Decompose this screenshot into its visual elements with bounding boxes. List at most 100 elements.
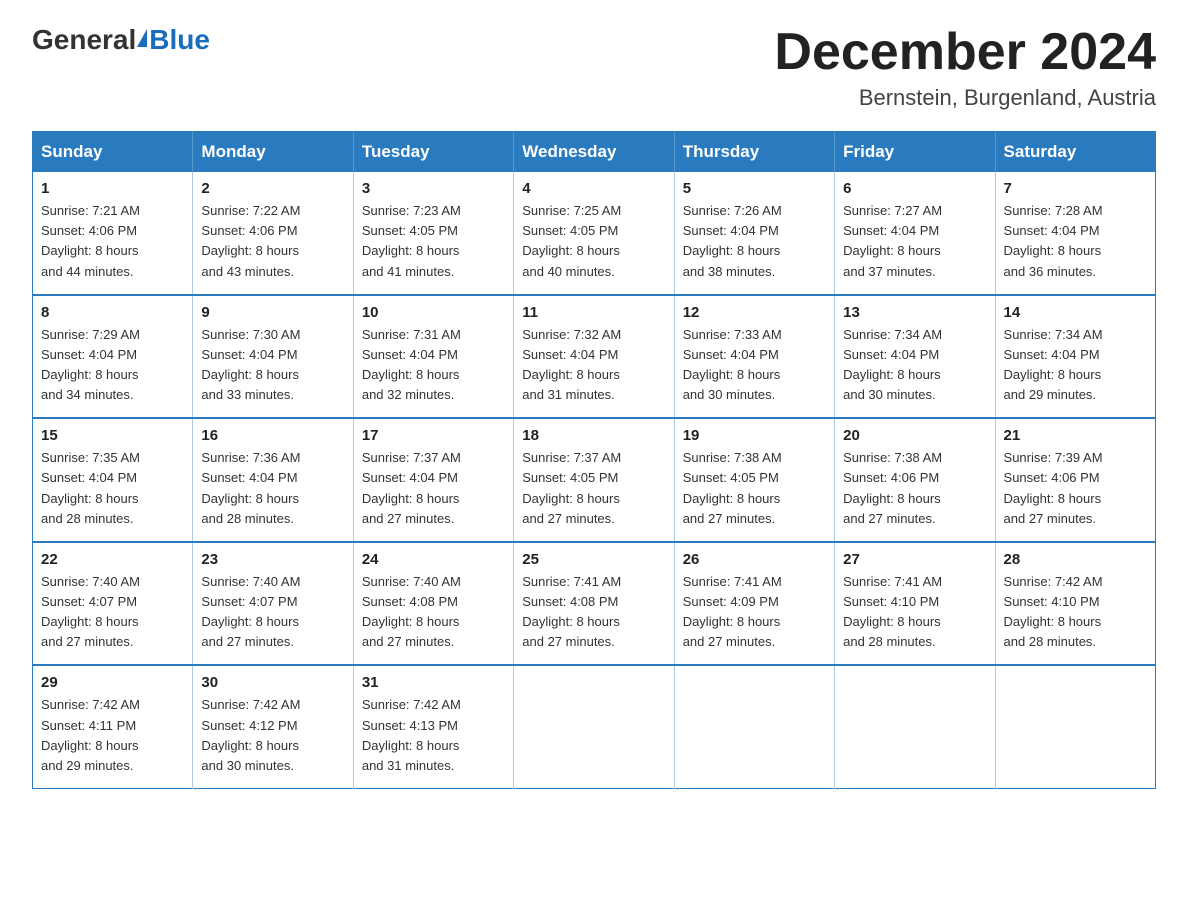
month-title: December 2024 (774, 24, 1156, 81)
calendar-table: Sunday Monday Tuesday Wednesday Thursday… (32, 131, 1156, 789)
table-row: 18 Sunrise: 7:37 AMSunset: 4:05 PMDaylig… (514, 418, 674, 542)
location-subtitle: Bernstein, Burgenland, Austria (774, 85, 1156, 111)
table-row: 23 Sunrise: 7:40 AMSunset: 4:07 PMDaylig… (193, 542, 353, 666)
day-info: Sunrise: 7:40 AMSunset: 4:08 PMDaylight:… (362, 574, 461, 649)
table-row: 10 Sunrise: 7:31 AMSunset: 4:04 PMDaylig… (353, 295, 513, 419)
logo-general-text: General (32, 24, 136, 56)
table-row: 29 Sunrise: 7:42 AMSunset: 4:11 PMDaylig… (33, 665, 193, 788)
day-info: Sunrise: 7:37 AMSunset: 4:04 PMDaylight:… (362, 450, 461, 525)
day-number: 30 (201, 674, 344, 691)
header-tuesday: Tuesday (353, 132, 513, 173)
table-row: 6 Sunrise: 7:27 AMSunset: 4:04 PMDayligh… (835, 172, 995, 295)
day-info: Sunrise: 7:42 AMSunset: 4:12 PMDaylight:… (201, 697, 300, 772)
header-monday: Monday (193, 132, 353, 173)
title-area: December 2024 Bernstein, Burgenland, Aus… (774, 24, 1156, 111)
day-number: 7 (1004, 180, 1147, 197)
day-number: 11 (522, 304, 665, 321)
day-number: 17 (362, 427, 505, 444)
day-info: Sunrise: 7:42 AMSunset: 4:10 PMDaylight:… (1004, 574, 1103, 649)
table-row (514, 665, 674, 788)
table-row: 13 Sunrise: 7:34 AMSunset: 4:04 PMDaylig… (835, 295, 995, 419)
day-number: 4 (522, 180, 665, 197)
day-info: Sunrise: 7:21 AMSunset: 4:06 PMDaylight:… (41, 203, 140, 278)
table-row: 12 Sunrise: 7:33 AMSunset: 4:04 PMDaylig… (674, 295, 834, 419)
header-friday: Friday (835, 132, 995, 173)
day-info: Sunrise: 7:40 AMSunset: 4:07 PMDaylight:… (201, 574, 300, 649)
day-number: 2 (201, 180, 344, 197)
calendar-week-row: 8 Sunrise: 7:29 AMSunset: 4:04 PMDayligh… (33, 295, 1156, 419)
header-saturday: Saturday (995, 132, 1155, 173)
day-info: Sunrise: 7:41 AMSunset: 4:10 PMDaylight:… (843, 574, 942, 649)
day-info: Sunrise: 7:25 AMSunset: 4:05 PMDaylight:… (522, 203, 621, 278)
day-number: 14 (1004, 304, 1147, 321)
day-info: Sunrise: 7:42 AMSunset: 4:11 PMDaylight:… (41, 697, 140, 772)
logo-area: General Blue (32, 24, 210, 56)
table-row: 27 Sunrise: 7:41 AMSunset: 4:10 PMDaylig… (835, 542, 995, 666)
day-info: Sunrise: 7:27 AMSunset: 4:04 PMDaylight:… (843, 203, 942, 278)
calendar-week-row: 29 Sunrise: 7:42 AMSunset: 4:11 PMDaylig… (33, 665, 1156, 788)
table-row: 28 Sunrise: 7:42 AMSunset: 4:10 PMDaylig… (995, 542, 1155, 666)
logo: General Blue (32, 24, 210, 56)
table-row: 24 Sunrise: 7:40 AMSunset: 4:08 PMDaylig… (353, 542, 513, 666)
day-number: 12 (683, 304, 826, 321)
day-number: 31 (362, 674, 505, 691)
table-row: 4 Sunrise: 7:25 AMSunset: 4:05 PMDayligh… (514, 172, 674, 295)
day-info: Sunrise: 7:37 AMSunset: 4:05 PMDaylight:… (522, 450, 621, 525)
calendar-header-row: Sunday Monday Tuesday Wednesday Thursday… (33, 132, 1156, 173)
day-number: 3 (362, 180, 505, 197)
day-info: Sunrise: 7:33 AMSunset: 4:04 PMDaylight:… (683, 327, 782, 402)
table-row: 21 Sunrise: 7:39 AMSunset: 4:06 PMDaylig… (995, 418, 1155, 542)
day-info: Sunrise: 7:39 AMSunset: 4:06 PMDaylight:… (1004, 450, 1103, 525)
table-row: 11 Sunrise: 7:32 AMSunset: 4:04 PMDaylig… (514, 295, 674, 419)
day-info: Sunrise: 7:41 AMSunset: 4:08 PMDaylight:… (522, 574, 621, 649)
day-number: 8 (41, 304, 184, 321)
day-info: Sunrise: 7:34 AMSunset: 4:04 PMDaylight:… (1004, 327, 1103, 402)
day-info: Sunrise: 7:40 AMSunset: 4:07 PMDaylight:… (41, 574, 140, 649)
table-row: 25 Sunrise: 7:41 AMSunset: 4:08 PMDaylig… (514, 542, 674, 666)
day-number: 10 (362, 304, 505, 321)
header: General Blue December 2024 Bernstein, Bu… (32, 24, 1156, 111)
day-info: Sunrise: 7:31 AMSunset: 4:04 PMDaylight:… (362, 327, 461, 402)
table-row: 16 Sunrise: 7:36 AMSunset: 4:04 PMDaylig… (193, 418, 353, 542)
day-info: Sunrise: 7:38 AMSunset: 4:05 PMDaylight:… (683, 450, 782, 525)
table-row: 31 Sunrise: 7:42 AMSunset: 4:13 PMDaylig… (353, 665, 513, 788)
day-number: 20 (843, 427, 986, 444)
day-number: 16 (201, 427, 344, 444)
header-sunday: Sunday (33, 132, 193, 173)
table-row (995, 665, 1155, 788)
table-row: 1 Sunrise: 7:21 AMSunset: 4:06 PMDayligh… (33, 172, 193, 295)
table-row: 14 Sunrise: 7:34 AMSunset: 4:04 PMDaylig… (995, 295, 1155, 419)
table-row: 30 Sunrise: 7:42 AMSunset: 4:12 PMDaylig… (193, 665, 353, 788)
day-number: 1 (41, 180, 184, 197)
table-row: 9 Sunrise: 7:30 AMSunset: 4:04 PMDayligh… (193, 295, 353, 419)
table-row: 17 Sunrise: 7:37 AMSunset: 4:04 PMDaylig… (353, 418, 513, 542)
day-info: Sunrise: 7:42 AMSunset: 4:13 PMDaylight:… (362, 697, 461, 772)
logo-blue-text: Blue (149, 24, 210, 56)
day-number: 29 (41, 674, 184, 691)
table-row: 5 Sunrise: 7:26 AMSunset: 4:04 PMDayligh… (674, 172, 834, 295)
day-info: Sunrise: 7:23 AMSunset: 4:05 PMDaylight:… (362, 203, 461, 278)
day-info: Sunrise: 7:29 AMSunset: 4:04 PMDaylight:… (41, 327, 140, 402)
table-row: 15 Sunrise: 7:35 AMSunset: 4:04 PMDaylig… (33, 418, 193, 542)
table-row: 26 Sunrise: 7:41 AMSunset: 4:09 PMDaylig… (674, 542, 834, 666)
day-number: 23 (201, 551, 344, 568)
day-number: 5 (683, 180, 826, 197)
table-row (674, 665, 834, 788)
table-row: 3 Sunrise: 7:23 AMSunset: 4:05 PMDayligh… (353, 172, 513, 295)
day-number: 6 (843, 180, 986, 197)
table-row: 19 Sunrise: 7:38 AMSunset: 4:05 PMDaylig… (674, 418, 834, 542)
day-info: Sunrise: 7:38 AMSunset: 4:06 PMDaylight:… (843, 450, 942, 525)
table-row: 2 Sunrise: 7:22 AMSunset: 4:06 PMDayligh… (193, 172, 353, 295)
day-number: 24 (362, 551, 505, 568)
day-info: Sunrise: 7:32 AMSunset: 4:04 PMDaylight:… (522, 327, 621, 402)
day-info: Sunrise: 7:22 AMSunset: 4:06 PMDaylight:… (201, 203, 300, 278)
logo-triangle-icon (137, 29, 147, 47)
day-number: 15 (41, 427, 184, 444)
table-row: 7 Sunrise: 7:28 AMSunset: 4:04 PMDayligh… (995, 172, 1155, 295)
day-number: 9 (201, 304, 344, 321)
table-row: 20 Sunrise: 7:38 AMSunset: 4:06 PMDaylig… (835, 418, 995, 542)
day-info: Sunrise: 7:41 AMSunset: 4:09 PMDaylight:… (683, 574, 782, 649)
table-row: 8 Sunrise: 7:29 AMSunset: 4:04 PMDayligh… (33, 295, 193, 419)
header-wednesday: Wednesday (514, 132, 674, 173)
day-info: Sunrise: 7:30 AMSunset: 4:04 PMDaylight:… (201, 327, 300, 402)
